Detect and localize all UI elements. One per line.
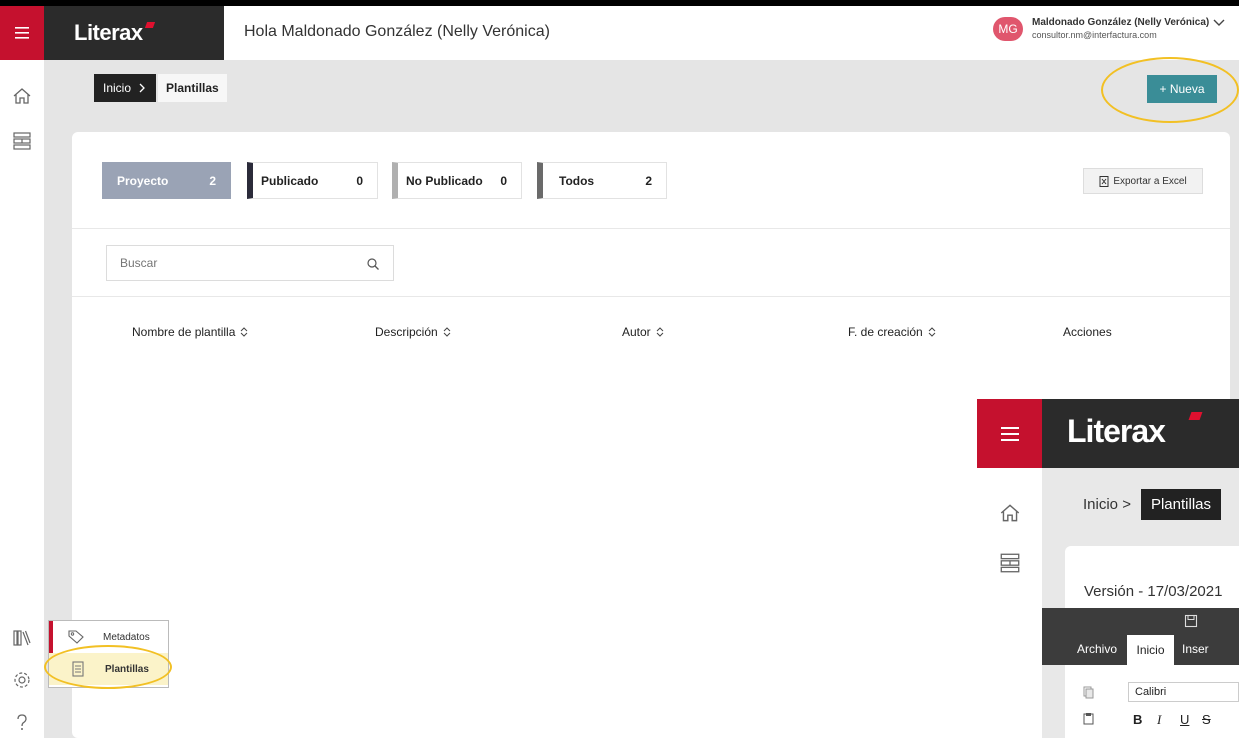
- search-input[interactable]: [120, 256, 360, 270]
- sort-icon: [241, 327, 248, 337]
- inset-tab-inicio[interactable]: Inicio: [1127, 635, 1174, 665]
- filter-proyecto-count: 2: [209, 173, 216, 188]
- filter-proyecto[interactable]: Proyecto 2: [102, 162, 231, 199]
- user-name: Maldonado González (Nelly Verónica): [1032, 17, 1210, 28]
- column-header-nombre[interactable]: Nombre de plantilla: [132, 325, 248, 339]
- save-icon[interactable]: [1184, 614, 1198, 628]
- filter-todos-count: 2: [645, 173, 652, 188]
- logo-flag-icon: [144, 22, 155, 28]
- filter-proyecto-label: Proyecto: [117, 173, 169, 188]
- inset-tab-insertar[interactable]: Inser: [1182, 642, 1209, 656]
- highlight-plantillas: [44, 645, 172, 689]
- user-email: consultor.nm@interfactura.com: [1032, 30, 1157, 40]
- user-menu[interactable]: MG Maldonado González (Nelly Verónica) c…: [993, 17, 1225, 41]
- export-excel-button[interactable]: Exportar a Excel: [1083, 168, 1203, 194]
- sort-icon: [928, 327, 936, 337]
- column-header-nombre-label: Nombre de plantilla: [132, 325, 236, 339]
- inset-breadcrumb: Inicio > Plantillas: [1083, 489, 1221, 520]
- chevron-down-icon: [1213, 19, 1225, 26]
- tag-icon: [68, 630, 84, 644]
- filter-no-publicado-label: No Publicado: [406, 173, 483, 188]
- column-header-autor[interactable]: Autor: [622, 325, 664, 339]
- inset-font-select[interactable]: Calibri: [1128, 682, 1239, 702]
- inset-screenshot: Literax Inicio > Plantillas Versión - 17…: [977, 399, 1239, 738]
- inset-strikethrough-button[interactable]: S: [1202, 712, 1211, 727]
- inset-breadcrumb-current: Plantillas: [1140, 489, 1221, 520]
- excel-file-icon: [1099, 175, 1109, 187]
- layout-icon[interactable]: [998, 551, 1022, 575]
- inset-breadcrumb-home[interactable]: Inicio >: [1083, 496, 1131, 513]
- library-icon[interactable]: [11, 627, 33, 649]
- column-header-descripcion[interactable]: Descripción: [375, 325, 451, 339]
- inset-underline-button[interactable]: U: [1180, 712, 1189, 727]
- inset-logo: Literax: [1067, 413, 1166, 449]
- breadcrumb-home-label: Inicio: [103, 81, 132, 95]
- copy-icon[interactable]: [1082, 686, 1095, 699]
- column-header-acciones-label: Acciones: [1063, 325, 1112, 339]
- filter-publicado-label: Publicado: [261, 173, 319, 188]
- inset-left-sidebar: [977, 468, 1042, 738]
- column-header-descripcion-label: Descripción: [375, 325, 438, 339]
- hamburger-icon: [1000, 426, 1019, 441]
- filter-publicado-count: 0: [356, 173, 363, 188]
- inset-breadcrumb-home-label: Inicio: [1083, 496, 1119, 513]
- filter-no-publicado-count: 0: [500, 173, 507, 188]
- home-icon[interactable]: [998, 501, 1022, 525]
- search-icon[interactable]: [366, 257, 380, 271]
- inset-tab-archivo[interactable]: Archivo: [1077, 642, 1117, 656]
- sort-icon: [443, 327, 451, 337]
- column-header-acciones: Acciones: [1063, 325, 1112, 339]
- logo[interactable]: Literax: [44, 6, 224, 60]
- search-box: [106, 245, 394, 281]
- greeting-text: Hola Maldonado González (Nelly Verónica): [244, 23, 550, 40]
- top-bar: Literax Hola Maldonado González (Nelly V…: [0, 6, 1239, 60]
- filter-publicado[interactable]: Publicado 0: [247, 162, 378, 199]
- layout-icon[interactable]: [11, 130, 33, 152]
- column-header-fecha[interactable]: F. de creación: [848, 325, 936, 339]
- divider: [72, 228, 1230, 229]
- breadcrumb-current: Plantillas: [158, 74, 227, 102]
- inset-version-text: Versión - 17/03/2021: [1084, 583, 1223, 600]
- home-icon[interactable]: [11, 85, 33, 107]
- paste-icon[interactable]: [1082, 712, 1095, 725]
- hamburger-menu-button[interactable]: [0, 6, 44, 60]
- export-excel-label: Exportar a Excel: [1113, 175, 1187, 187]
- column-header-autor-label: Autor: [622, 325, 651, 339]
- inset-italic-button[interactable]: I: [1157, 712, 1161, 728]
- gear-icon[interactable]: [11, 669, 33, 691]
- filter-todos-label: Todos: [559, 173, 595, 188]
- sort-icon: [656, 327, 664, 337]
- breadcrumb-home[interactable]: Inicio: [94, 74, 157, 102]
- breadcrumb: Inicio Plantillas: [94, 74, 227, 102]
- inset-hamburger-button[interactable]: [977, 399, 1042, 468]
- filter-no-publicado[interactable]: No Publicado 0: [392, 162, 522, 199]
- left-sidebar: [0, 60, 44, 738]
- hamburger-icon: [15, 27, 29, 39]
- menu-item-metadatos-label: Metadatos: [103, 631, 150, 643]
- filter-todos[interactable]: Todos 2: [537, 162, 667, 199]
- chevron-right-icon: [139, 83, 145, 93]
- help-icon[interactable]: [11, 711, 33, 733]
- user-name-row: Maldonado González (Nelly Verónica): [1032, 17, 1225, 29]
- logo-text: Literax: [74, 20, 143, 45]
- avatar: MG: [993, 17, 1023, 41]
- column-header-fecha-label: F. de creación: [848, 325, 923, 339]
- inset-bold-button[interactable]: B: [1133, 712, 1142, 727]
- divider: [72, 296, 1230, 297]
- highlight-new-button: [1101, 57, 1239, 123]
- user-info: Maldonado González (Nelly Verónica) cons…: [1032, 17, 1225, 41]
